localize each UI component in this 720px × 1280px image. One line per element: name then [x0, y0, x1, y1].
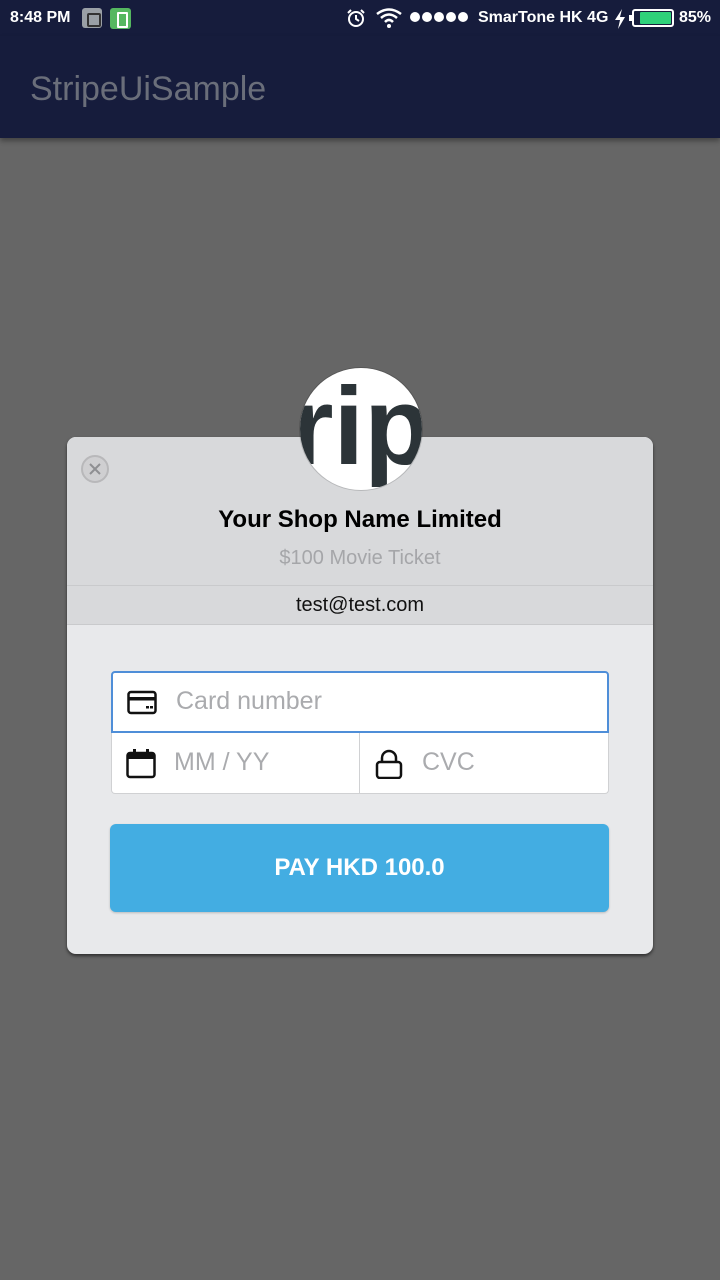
- shop-logo-image: rip: [300, 368, 422, 488]
- screenshot-icon: [82, 8, 102, 28]
- expiry-input[interactable]: [174, 732, 354, 793]
- card-number-input[interactable]: [176, 672, 596, 730]
- shop-logo: rip: [300, 368, 422, 490]
- app-title: StripeUiSample: [30, 70, 267, 108]
- product-description: $100 Movie Ticket: [279, 547, 441, 569]
- charging-icon: [615, 9, 625, 29]
- cvc-field[interactable]: [359, 732, 609, 794]
- status-time: 8:48 PM: [10, 9, 71, 26]
- shop-name: Your Shop Name Limited: [218, 506, 502, 533]
- lock-icon: [375, 749, 403, 779]
- close-button[interactable]: [81, 455, 109, 483]
- battery-level: [639, 12, 671, 24]
- alarm-icon: [347, 9, 365, 27]
- battery-percentage: 85%: [679, 9, 712, 26]
- battery-icon: [629, 9, 674, 27]
- sim-icon: [110, 8, 131, 29]
- credit-card-icon: [127, 690, 157, 715]
- carrier-name: SmarTone HK 4G: [478, 9, 609, 26]
- calendar-icon: [126, 749, 156, 779]
- card-number-field[interactable]: [111, 671, 609, 733]
- customer-email: test@test.com: [67, 585, 653, 625]
- shop-logo-text: rip: [300, 368, 422, 488]
- status-bar: 8:48 PM SmarTone HK 4G 85%: [0, 0, 720, 36]
- card-input-form: [111, 671, 609, 794]
- close-icon: [89, 463, 101, 475]
- cvc-input[interactable]: [422, 732, 602, 793]
- wifi-icon: [376, 8, 402, 28]
- payment-dialog: Your Shop Name Limited $100 Movie Ticket…: [67, 437, 653, 954]
- pay-button[interactable]: PAY HKD 100.0: [110, 824, 609, 912]
- app-bar: StripeUiSample: [0, 36, 720, 138]
- signal-icon: [410, 12, 468, 24]
- expiry-field[interactable]: [111, 732, 360, 794]
